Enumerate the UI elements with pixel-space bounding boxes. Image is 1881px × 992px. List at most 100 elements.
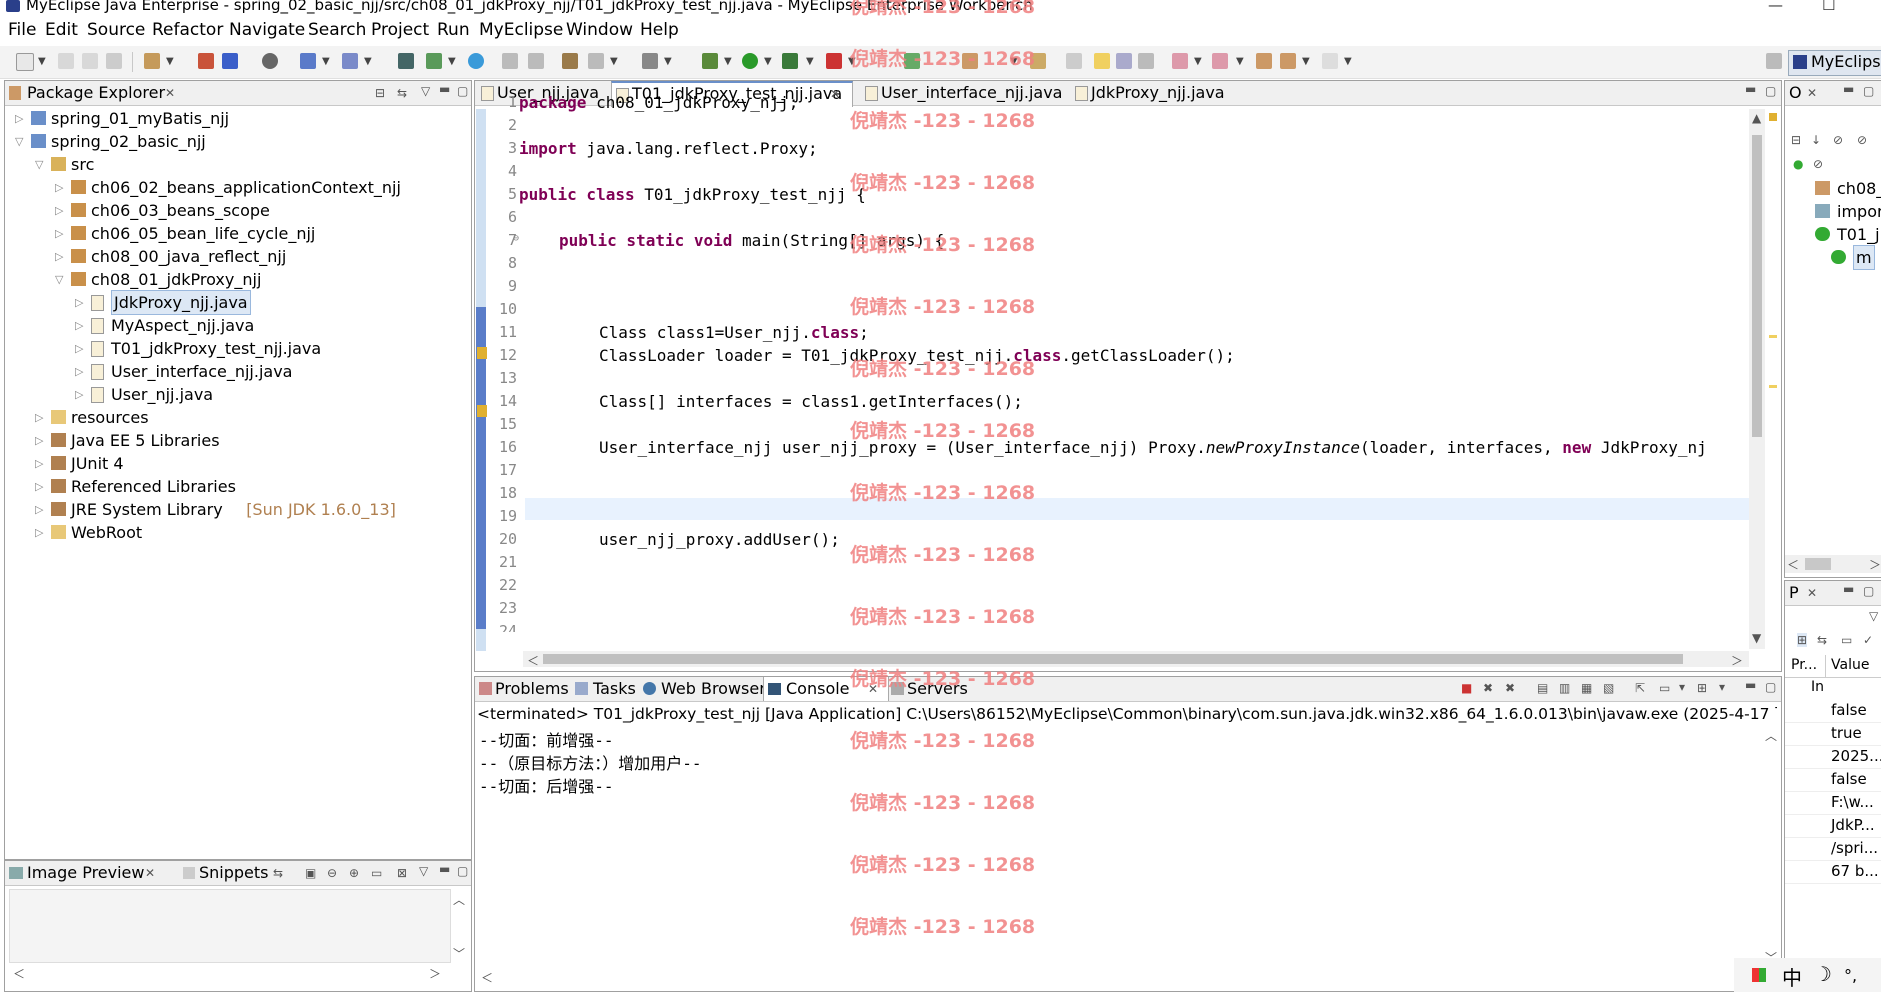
scroll-left-icon[interactable]: ＜ (481, 969, 493, 986)
filter-icon[interactable]: ⇆ (1817, 633, 1827, 647)
collapse-icon[interactable]: ▷ (55, 222, 63, 245)
remove-launch-icon[interactable]: ✖ (1483, 681, 1493, 695)
tree-item[interactable]: ▷ JUnit 4 (5, 452, 465, 475)
maximize-view-icon[interactable]: ▢ (1863, 84, 1874, 98)
property-row[interactable]: JdkP... (1785, 814, 1881, 838)
collapse-icon[interactable]: ▷ (35, 521, 43, 544)
new-icon[interactable] (16, 53, 34, 71)
package-explorer-tab[interactable]: Package Explorer (27, 83, 165, 102)
advanced-icon[interactable]: ✓ (1863, 633, 1873, 647)
last-edit-icon[interactable] (1256, 53, 1272, 69)
tree-item[interactable]: ▷ WebRoot (5, 521, 465, 544)
minimize-view-icon[interactable]: ▬ (439, 82, 450, 96)
chevron-down-icon[interactable]: ▼ (724, 56, 732, 67)
close-icon[interactable]: ✕ (1807, 86, 1817, 100)
tree-item[interactable]: ▷ Java EE 5 Libraries (5, 429, 465, 452)
editor-tab-user-interface[interactable]: User_interface_njj.java (861, 81, 1062, 105)
categories-icon[interactable]: ⊞ (1797, 633, 1808, 647)
collapse-all-icon[interactable]: ⊟ (1791, 133, 1801, 147)
open-perspective-button[interactable] (1766, 53, 1782, 69)
minimize-view-icon[interactable]: ▬ (439, 862, 450, 876)
collapse-icon[interactable]: ▷ (15, 107, 23, 130)
warning-icon[interactable] (477, 405, 487, 417)
maximize-view-icon[interactable]: ▢ (1765, 680, 1776, 694)
globe-icon[interactable] (262, 53, 278, 69)
minimize-view-icon[interactable]: ▬ (1745, 82, 1756, 96)
hide-local-types-icon[interactable]: ⊘ (1813, 157, 1823, 171)
overview-marker[interactable] (1769, 113, 1777, 121)
forward-icon[interactable] (528, 53, 544, 69)
prev-annotation-icon[interactable] (1212, 53, 1228, 69)
menu-help[interactable]: Help (640, 20, 679, 40)
coverage-icon[interactable] (904, 53, 920, 69)
tree-item[interactable]: ▷ ch06_03_beans_scope (5, 199, 465, 222)
open-console-icon[interactable]: ⊞ (1697, 681, 1707, 695)
menu-refactor[interactable]: Refactor (152, 20, 223, 40)
show-on-output-icon[interactable]: ▧ (1603, 681, 1614, 695)
property-row[interactable]: false (1785, 768, 1881, 792)
scroll-left-icon[interactable]: ＜ (1787, 556, 1799, 573)
open-type-icon[interactable] (398, 53, 414, 69)
console-output[interactable]: --切面：前增强-- --（原目标方法：）增加用户-- --切面：后增强-- (475, 725, 1751, 987)
tree-item[interactable]: ▷ ch06_05_bean_life_cycle_njj (5, 222, 465, 245)
properties-tab[interactable]: P (1789, 583, 1799, 602)
moon-icon[interactable]: ☽ (1814, 962, 1832, 986)
close-icon[interactable]: ✕ (868, 682, 878, 696)
remove-all-icon[interactable]: ✖ (1505, 681, 1515, 695)
new-class-icon[interactable] (426, 53, 442, 69)
ime-indicator[interactable]: 中 (1782, 962, 1802, 991)
scroll-down-icon[interactable]: ▼ (1752, 631, 1761, 645)
database-icon[interactable] (222, 53, 238, 69)
menu-window[interactable]: Window (566, 20, 633, 40)
tree-item[interactable]: ▽ spring_02_basic_njj (5, 130, 465, 153)
sort-icon[interactable]: ↓ (1811, 133, 1821, 147)
tree-item[interactable]: ▷ JdkProxy_njj.java (5, 290, 465, 315)
scroll-up-icon[interactable]: ︿ (453, 891, 465, 908)
warning-icon[interactable] (477, 347, 487, 359)
editor-tab-jdkproxy[interactable]: JdkProxy_njj.java (1071, 81, 1241, 105)
new-wizard-icon[interactable] (144, 53, 160, 69)
open-perspective-icon[interactable] (962, 53, 978, 69)
show-whitespace-icon[interactable] (1138, 53, 1154, 69)
save-icon[interactable] (58, 53, 74, 69)
menu-edit[interactable]: Edit (45, 20, 78, 40)
menu-file[interactable]: File (8, 20, 36, 40)
property-row[interactable]: true (1785, 722, 1881, 746)
view-menu-icon[interactable]: ▽ (419, 864, 428, 878)
chevron-down-icon[interactable]: ▼ (610, 56, 618, 67)
close-icon[interactable]: ✕ (145, 866, 155, 880)
link-editor-icon[interactable]: ⇆ (397, 86, 407, 100)
collapse-icon[interactable]: ▷ (75, 314, 83, 337)
close-icon[interactable]: ✕ (1807, 586, 1817, 600)
fold-icon[interactable]: ⊖ (513, 233, 519, 244)
collapse-icon[interactable]: ▷ (35, 475, 43, 498)
deploy-icon[interactable] (300, 53, 316, 69)
mark-icon[interactable] (1030, 53, 1046, 69)
display-console-icon[interactable]: ▭ (1659, 681, 1670, 695)
menu-source[interactable]: Source (87, 20, 145, 40)
menu-run[interactable]: Run (437, 20, 470, 40)
rotate-icon[interactable]: ⊠ (397, 866, 407, 880)
collapse-icon[interactable]: ▷ (35, 452, 43, 475)
print-icon[interactable] (106, 53, 122, 69)
server-icon[interactable] (198, 53, 214, 69)
refresh-icon[interactable]: ⇆ (273, 866, 283, 880)
tree-item[interactable]: ▷ resources (5, 406, 465, 429)
scroll-left-icon[interactable]: ＜ (527, 652, 539, 669)
minimize-view-icon[interactable]: ▬ (1843, 82, 1854, 96)
overview-marker[interactable] (1769, 335, 1777, 338)
property-row[interactable]: 2025... (1785, 745, 1881, 769)
collapse-icon[interactable]: ▷ (75, 360, 83, 383)
run-icon[interactable] (742, 53, 758, 69)
task-icon[interactable] (562, 53, 578, 69)
scroll-thumb[interactable] (1805, 558, 1831, 570)
external-tools-icon[interactable] (642, 53, 658, 69)
tree-item[interactable]: ▷ JRE System Library [Sun JDK 1.6.0_13] (5, 498, 465, 521)
fit-icon[interactable]: ▣ (305, 866, 316, 880)
tree-item[interactable]: ▷ ch06_02_beans_applicationContext_njj (5, 176, 465, 199)
tree-item[interactable]: ▷ User_interface_njj.java (5, 360, 465, 383)
restore-default-icon[interactable]: ▭ (1841, 633, 1852, 647)
tab-problems[interactable]: Problems (495, 679, 569, 698)
menu-project[interactable]: Project (371, 20, 429, 40)
collapse-all-icon[interactable]: ⊟ (375, 86, 385, 100)
